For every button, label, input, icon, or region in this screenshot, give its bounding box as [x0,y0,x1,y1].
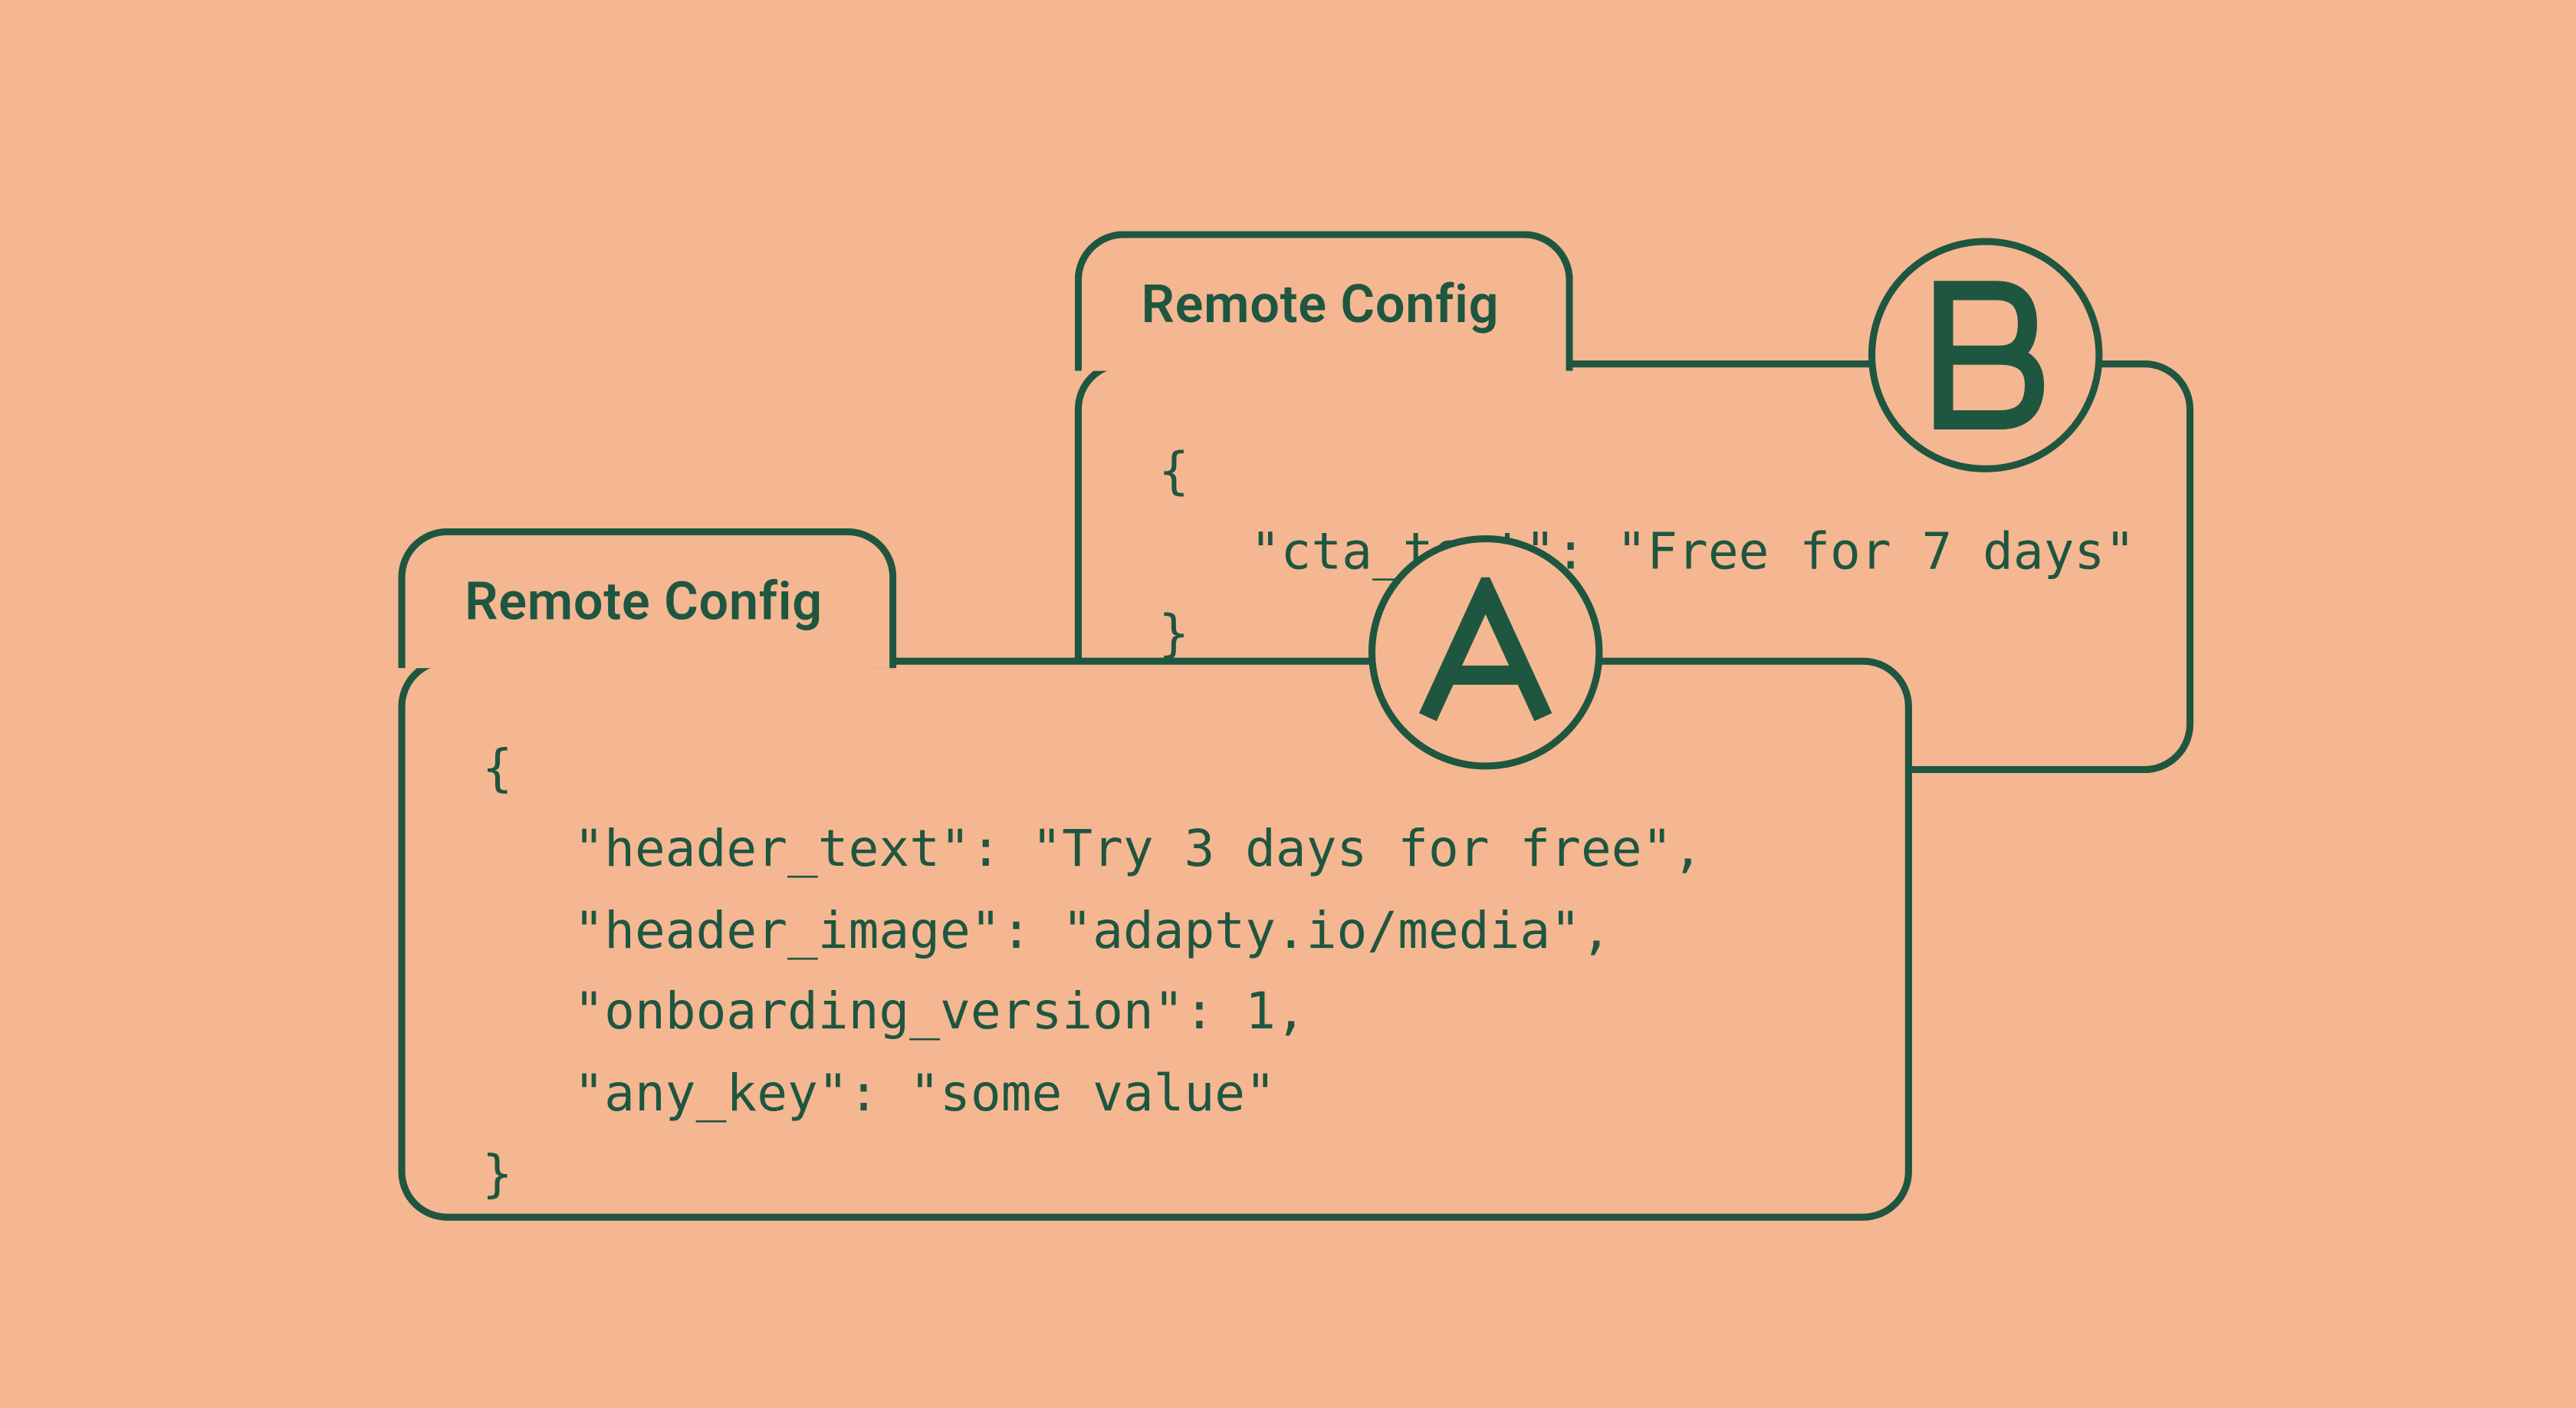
variant-badge-a [1368,535,1603,770]
remote-config-tab-b: Remote Config [1075,231,1573,370]
remote-config-title-a: Remote Config [465,571,823,633]
letter-a-icon [1415,577,1555,728]
remote-config-title-b: Remote Config [1141,274,1499,335]
variant-badge-b [1868,238,2103,472]
remote-config-code-a: { "header_text": "Try 3 days for free", … [482,728,1829,1215]
remote-config-tab-a: Remote Config [398,528,896,668]
remote-config-card-a: Remote Config { "header_text": "Try 3 da… [398,658,1911,1221]
letter-b-icon [1923,277,2049,434]
diagram-stage: Remote Config { "cta_text": "Free for 7 … [2,0,2574,1407]
